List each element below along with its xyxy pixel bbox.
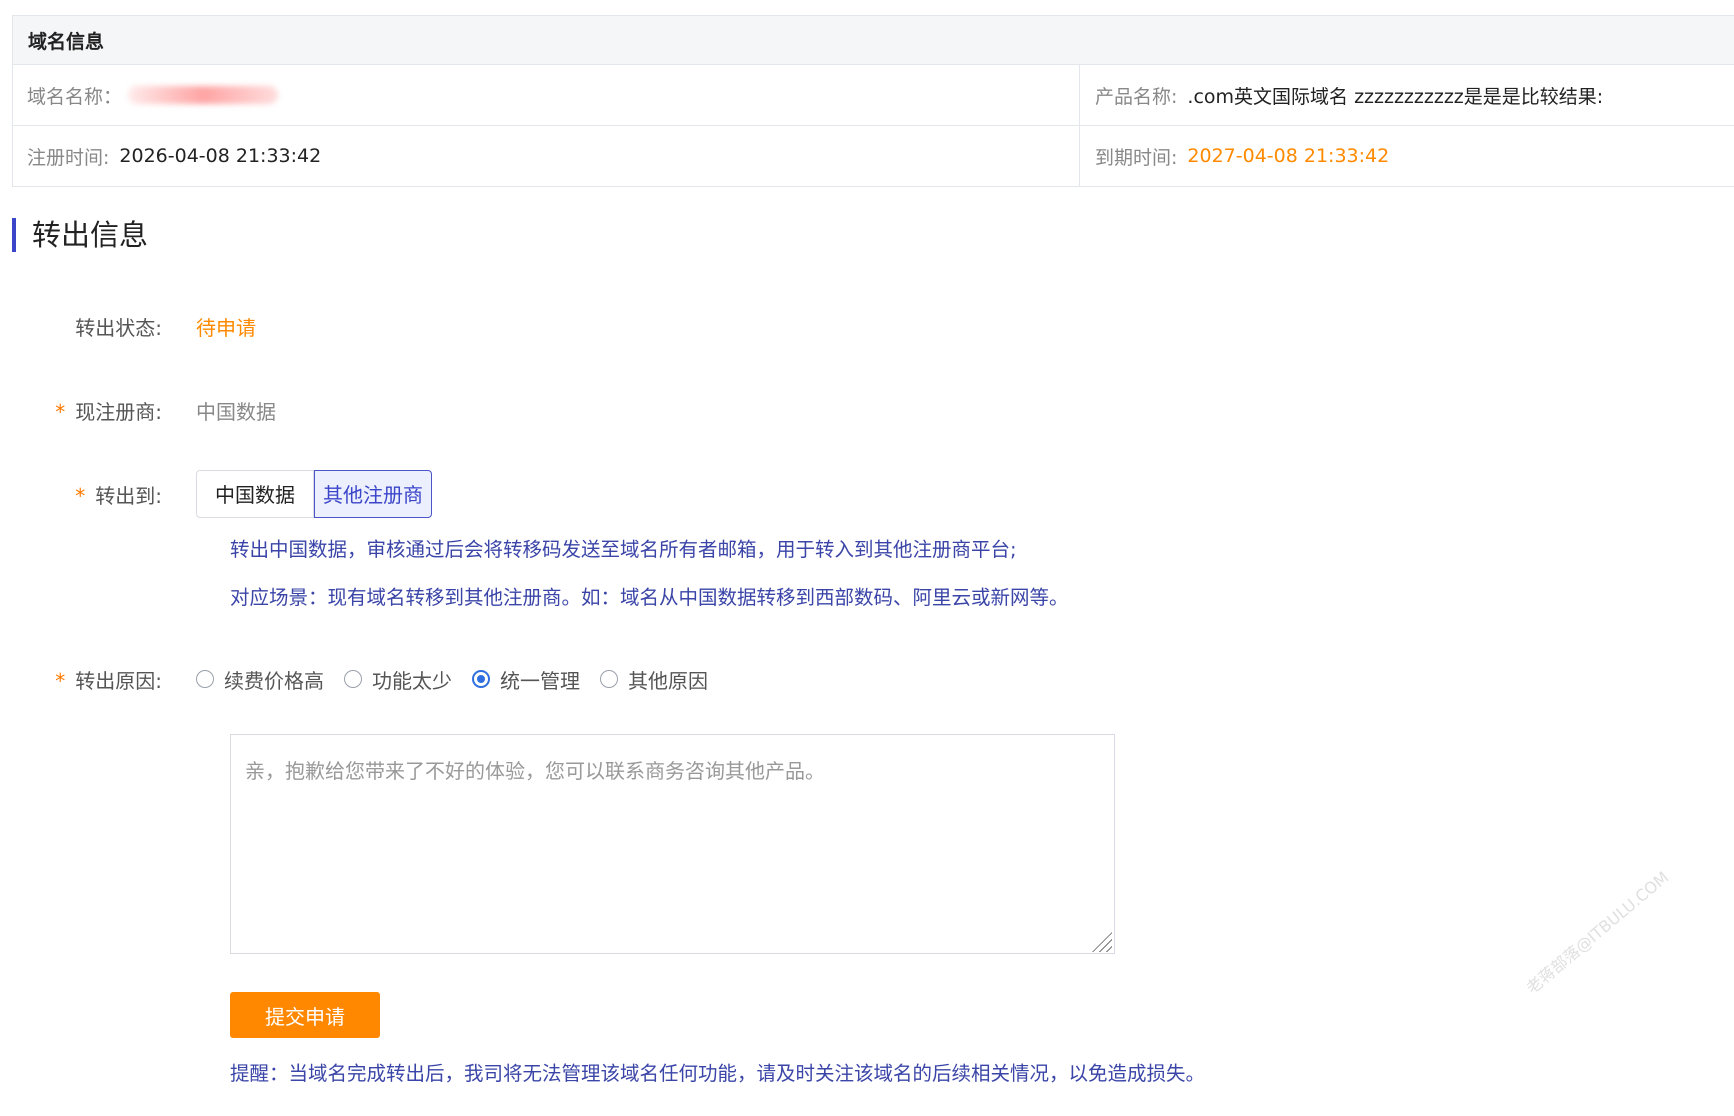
radio-circle[interactable] <box>344 670 362 688</box>
reason-option-label: 续费价格高 <box>224 668 324 693</box>
domain-name-label: 域名名称： <box>27 85 123 108</box>
expire-time-value: 2027-04-08 21:33:42 <box>1187 145 1390 167</box>
reason-option-label: 功能太少 <box>372 668 452 693</box>
radio-circle[interactable] <box>196 670 214 688</box>
reason-option-price[interactable]: 续费价格高 <box>196 665 324 694</box>
reason-option-few-features[interactable]: 功能太少 <box>344 665 452 694</box>
transfer-hint-line1: 转出中国数据，审核通过后会将转移码发送至域名所有者邮箱，用于转入到其他注册商平台… <box>230 538 1017 561</box>
product-name-label: 产品名称: <box>1095 85 1178 108</box>
product-name-cell: 产品名称: .com英文国际域名 zzzzzzzzzzz是是是比较结果: <box>1080 65 1734 125</box>
expire-time-cell: 到期时间: 2027-04-08 21:33:42 <box>1080 126 1734 186</box>
current-registrar-row: * 现注册商: 中国数据 <box>0 394 276 426</box>
domain-name-cell: 域名名称： <box>13 65 1080 125</box>
status-value: 待申请 <box>196 315 256 340</box>
reminder-text: 提醒：当域名完成转出后，我司将无法管理该域名任何功能，请及时关注该域名的后续相关… <box>230 1062 1206 1085</box>
required-mark: * <box>55 668 66 693</box>
watermark: 老蒋部落@ITBULU.COM <box>1522 867 1673 998</box>
current-registrar-label: 现注册商: <box>75 399 162 424</box>
submit-button[interactable]: 提交申请 <box>230 992 380 1038</box>
domain-info-panel: 域名信息 域名名称： 产品名称: .com英文国际域名 zzzzzzzzzzz是… <box>12 15 1734 187</box>
textarea-placeholder: 亲，抱歉给您带来了不好的体验，您可以联系商务咨询其他产品。 <box>245 759 825 783</box>
status-row: 转出状态: 待申请 <box>0 310 256 342</box>
redacted-domain-name <box>128 86 279 104</box>
transfer-to-label: 转出到: <box>95 483 162 508</box>
domain-info-row: 注册时间: 2026-04-08 21:33:42 到期时间: 2027-04-… <box>13 125 1734 186</box>
reason-row: * 转出原因: 续费价格高 功能太少 统一管理 其他原因 <box>0 663 728 695</box>
reason-option-label: 统一管理 <box>500 668 580 693</box>
register-time-label: 注册时间: <box>27 146 110 169</box>
expire-time-label: 到期时间: <box>1095 146 1178 169</box>
radio-circle-checked[interactable] <box>472 670 490 688</box>
register-time-value: 2026-04-08 21:33:42 <box>119 145 322 167</box>
domain-info-row: 域名名称： 产品名称: .com英文国际域名 zzzzzzzzzzz是是是比较结… <box>13 65 1734 125</box>
radio-circle[interactable] <box>600 670 618 688</box>
required-mark: * <box>55 399 66 424</box>
domain-info-header: 域名信息 <box>13 16 1734 65</box>
product-name-value: .com英文国际域名 zzzzzzzzzzz是是是比较结果: <box>1187 85 1604 108</box>
reason-option-other[interactable]: 其他原因 <box>600 665 708 694</box>
reason-option-label: 其他原因 <box>628 668 708 693</box>
transfer-to-label-wrap: * 转出到: <box>0 480 196 509</box>
current-registrar-value: 中国数据 <box>196 399 276 424</box>
transfer-hint-line2: 对应场景：现有域名转移到其他注册商。如：域名从中国数据转移到西部数码、阿里云或新… <box>230 586 1069 609</box>
transfer-to-row: * 转出到: 中国数据 其他注册商 <box>0 470 432 518</box>
transfer-to-option-china-data[interactable]: 中国数据 <box>196 470 314 518</box>
reason-textarea[interactable]: 亲，抱歉给您带来了不好的体验，您可以联系商务咨询其他产品。 <box>230 734 1115 954</box>
transfer-to-option-other-registrar[interactable]: 其他注册商 <box>314 470 432 518</box>
reason-option-unified-management[interactable]: 统一管理 <box>472 665 580 694</box>
reason-label: 转出原因: <box>75 668 162 693</box>
current-registrar-label-wrap: * 现注册商: <box>0 396 196 425</box>
transfer-to-segmented: 中国数据 其他注册商 <box>196 470 432 518</box>
reason-label-wrap: * 转出原因: <box>0 665 196 694</box>
section-title: 转出信息 <box>12 218 148 252</box>
status-label: 转出状态: <box>75 315 162 340</box>
required-mark: * <box>75 483 86 508</box>
register-time-cell: 注册时间: 2026-04-08 21:33:42 <box>13 126 1080 186</box>
